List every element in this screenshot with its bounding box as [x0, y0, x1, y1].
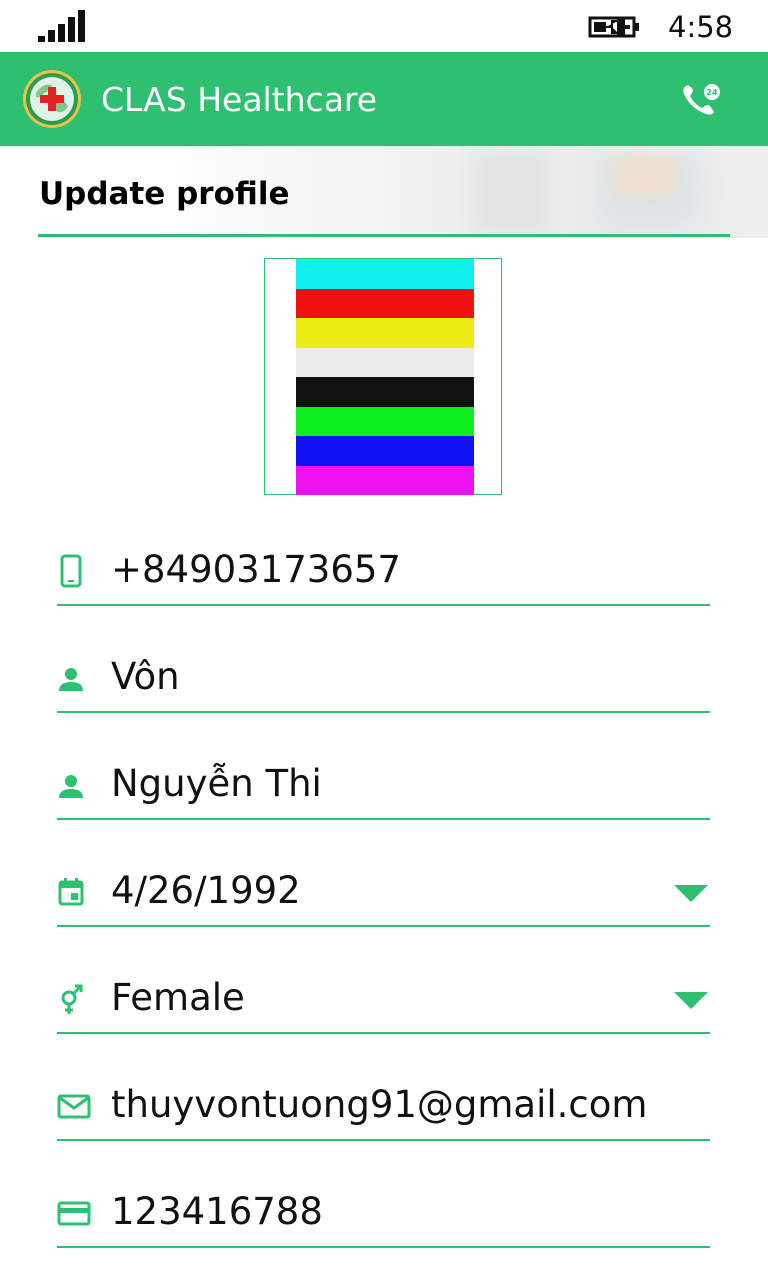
email-icon [57, 1094, 91, 1119]
battery-charging-icon [588, 16, 639, 38]
call-24h-icon[interactable]: 24 [680, 82, 722, 118]
email-field[interactable]: thuyvontuong91@gmail.com [57, 1079, 710, 1141]
status-bar: 4:58 [0, 0, 768, 52]
avatar-stripe [296, 288, 474, 318]
svg-text:24: 24 [706, 88, 718, 97]
card-icon [57, 1201, 91, 1226]
phone-value: +84903173657 [111, 548, 401, 591]
chevron-down-icon[interactable] [674, 885, 708, 902]
first-name-value: Vôn [111, 655, 180, 698]
last-name-field[interactable]: Nguyễn Thi [57, 758, 710, 820]
avatar-stripe [296, 377, 474, 407]
title-divider [38, 234, 730, 237]
gender-icon [61, 984, 83, 1014]
id-card-value: 123416788 [111, 1190, 323, 1233]
avatar-stripe [296, 318, 474, 348]
app-title: CLAS Healthcare [101, 80, 378, 119]
signal-strength-icon [38, 10, 88, 42]
gender-select[interactable]: Female [57, 972, 710, 1034]
clock: 4:58 [668, 10, 734, 44]
clas-logo [23, 70, 81, 128]
person-icon [59, 668, 83, 691]
avatar-stripe [296, 347, 474, 377]
app-bar: CLAS Healthcare 24 [0, 52, 768, 146]
avatar-stripe [296, 436, 474, 466]
birthdate-value: 4/26/1992 [111, 869, 301, 912]
email-value: thuyvontuong91@gmail.com [111, 1083, 648, 1126]
avatar-image [296, 259, 474, 496]
person-icon [59, 775, 83, 798]
gender-value: Female [111, 976, 245, 1019]
phone-icon [60, 554, 82, 588]
calendar-icon [58, 878, 84, 906]
last-name-value: Nguyễn Thi [111, 762, 322, 805]
phone-field[interactable]: +84903173657 [57, 544, 710, 606]
first-name-field[interactable]: Vôn [57, 651, 710, 713]
birthdate-picker[interactable]: 4/26/1992 [57, 865, 710, 927]
avatar-stripe [296, 259, 474, 289]
id-card-field[interactable]: 123416788 [57, 1186, 710, 1248]
profile-avatar[interactable] [264, 258, 502, 495]
avatar-stripe [296, 406, 474, 436]
header-banner: Update profile [0, 146, 768, 238]
avatar-stripe [296, 465, 474, 495]
chevron-down-icon[interactable] [674, 992, 708, 1009]
page-title: Update profile [39, 176, 290, 212]
